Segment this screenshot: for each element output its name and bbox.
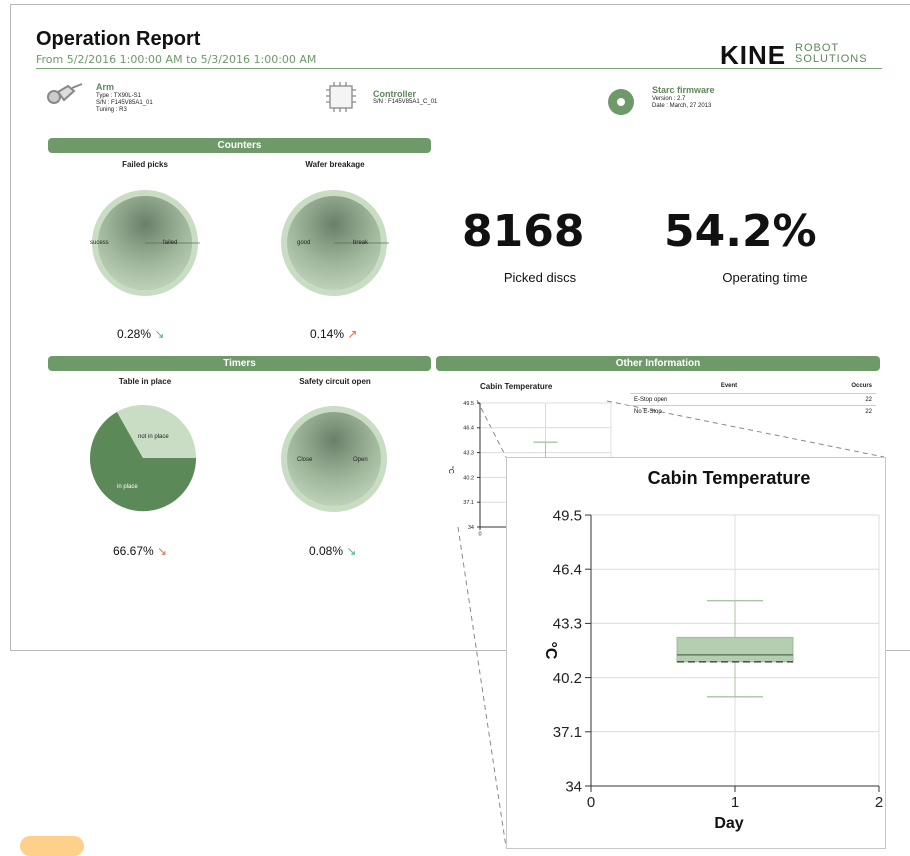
y-axis-label: °C <box>542 642 559 660</box>
y-tick-label: 43.3 <box>553 616 582 633</box>
notification-badge <box>20 836 84 856</box>
y-tick-label: 37.1 <box>553 724 582 741</box>
cabin-temperature-chart: Cabin Temperature 49.5 46.4 43.3 40.2 37.1 34 0… <box>542 468 883 832</box>
y-tick-label: 34 <box>565 778 582 795</box>
box-body <box>676 636 794 663</box>
chart-title: Cabin Temperature <box>648 468 811 488</box>
x-tick-label: 1 <box>731 794 739 811</box>
y-tick-label: 49.5 <box>553 507 582 524</box>
y-tick-label: 46.4 <box>553 561 582 578</box>
y-tick-label: 40.2 <box>553 670 582 687</box>
x-tick-label: 0 <box>587 794 595 811</box>
x-tick-label: 2 <box>875 794 883 811</box>
x-axis-label: Day <box>714 815 743 832</box>
